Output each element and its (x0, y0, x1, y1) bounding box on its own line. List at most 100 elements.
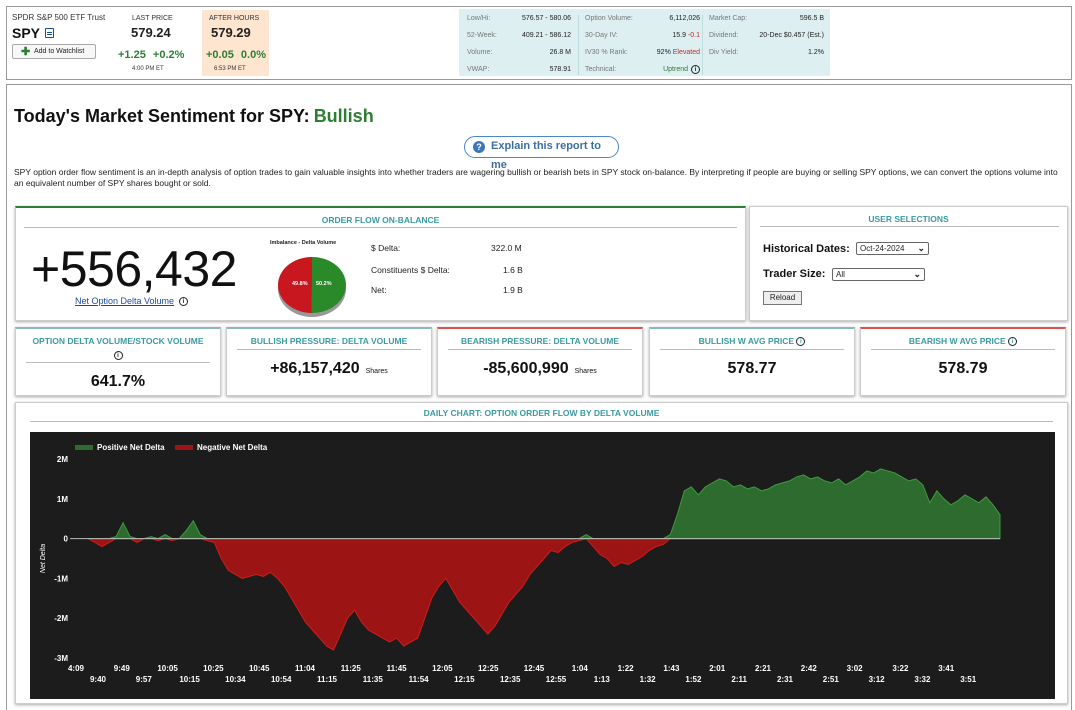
x-tick-label: 12:05 (432, 664, 453, 673)
stat-value: 26.8 M (549, 49, 571, 56)
stat-row: VWAP: 578.91 (467, 66, 571, 83)
x-tick-label: 11:35 (363, 675, 384, 684)
symbol-ticker[interactable]: SPY (12, 25, 40, 41)
daily-chart-card: DAILY CHART: OPTION ORDER FLOW BY DELTA … (15, 402, 1068, 704)
x-tick-label: 11:04 (295, 664, 316, 673)
stat-row: Market Cap: 596.5 B (709, 15, 824, 32)
y-axis-label: Net Delta (40, 544, 47, 573)
x-tick-label: 10:54 (271, 675, 292, 684)
page-title-text: Today's Market Sentiment for SPY: (14, 106, 310, 126)
stats-column-3: Market Cap: 596.5 B Dividend: 20-Dec $0.45… (702, 15, 824, 75)
iv-value: 15.9 (672, 32, 686, 39)
metric-card-bearish-pressure: BEARISH PRESSURE: DELTA VOLUME -85,600,9… (437, 327, 643, 396)
reload-button[interactable]: Reload (763, 291, 802, 305)
chart-title: DAILY CHART: OPTION ORDER FLOW BY DELTA … (423, 408, 660, 418)
net-option-delta-link[interactable]: Net Option Delta Volume (75, 296, 174, 306)
divider (24, 227, 737, 228)
legend-swatch-negative (175, 445, 193, 450)
metric-title-text: BEARISH W AVG PRICE (908, 336, 1006, 346)
x-tick-label: 9:49 (114, 664, 131, 673)
stat-row: Low/Hi: 576.57 - 580.06 (467, 15, 571, 32)
x-tick-label: 1:04 (572, 664, 589, 673)
divider (660, 349, 844, 350)
info-icon[interactable]: i (796, 337, 806, 347)
x-tick-label: 9:57 (136, 675, 153, 684)
x-tick-label: 10:15 (179, 675, 200, 684)
stat-value: 596.5 B (799, 15, 824, 22)
symbol-name: SPDR S&P 500 ETF Trust (12, 13, 106, 22)
info-icon[interactable]: i (113, 351, 123, 361)
metric-value: 641.7% (90, 373, 146, 390)
divider (448, 349, 632, 350)
stat-row: Option Volume: 6,112,026 (585, 15, 700, 32)
metric-value: 578.77 (727, 360, 777, 377)
stat-row: Dividend: 20-Dec $0.457 (Est.) (709, 32, 824, 49)
stat-label: Technical: (585, 66, 617, 73)
stats-column-2: Option Volume: 6,112,026 30-Day IV: 15.9 -… (578, 15, 700, 75)
metric-unit: Shares (365, 368, 388, 375)
delta-label: $ Delta: (371, 243, 401, 253)
trader-size-value: All (836, 270, 845, 279)
stat-label: IV30 % Rank: (585, 49, 628, 56)
sentiment-label: Bullish (313, 106, 374, 126)
y-tick-label: 2M (57, 455, 68, 464)
imbalance-pie-chart: 49.8% 50.2% (277, 257, 346, 317)
x-tick-label: 10:45 (249, 664, 270, 673)
stat-label: Market Cap: (709, 15, 748, 22)
stat-value: 409.21 - 586.12 (521, 32, 571, 39)
stat-label: Dividend: (709, 32, 739, 39)
metric-title: BEARISH PRESSURE: DELTA VOLUME (460, 336, 620, 346)
info-icon[interactable]: i (1008, 337, 1018, 347)
document-icon[interactable] (45, 28, 54, 38)
chevron-down-icon: ⌄ (913, 269, 921, 279)
user-selections-card: USER SELECTIONS Historical Dates: Oct-24… (749, 206, 1068, 321)
y-tick-label: -3M (54, 654, 68, 663)
x-tick-label: 10:25 (203, 664, 224, 673)
legend-label-negative: Negative Net Delta (197, 443, 268, 452)
trader-size-select[interactable]: All ⌄ (832, 268, 925, 281)
metric-title: BULLISH PRESSURE: DELTA VOLUME (250, 336, 408, 346)
stats-column-1: Low/Hi: 576.57 - 580.06 52-Week: 409.21 - … (467, 15, 571, 83)
x-tick-label: 11:45 (387, 664, 408, 673)
stat-row: 30-Day IV: 15.9 -0.1 (585, 32, 700, 49)
x-tick-label: 3:02 (847, 664, 864, 673)
legend-swatch-positive (75, 445, 93, 450)
metric-card-delta-stock-ratio: OPTION DELTA VOLUME/STOCK VOLUME i 641.7… (15, 327, 221, 396)
pie-label-green: 50.2% (316, 281, 332, 287)
x-tick-label: 10:05 (157, 664, 178, 673)
metric-number: -85,600,990 (483, 360, 569, 377)
stat-row: Div Yield: 1.2% (709, 49, 824, 66)
order-flow-header: ORDER FLOW ON-BALANCE (321, 215, 440, 225)
info-icon[interactable]: i (179, 297, 188, 306)
net-label: Net: (371, 285, 387, 295)
explain-report-button[interactable]: ? Explain this report to me (464, 136, 619, 171)
stat-label: 52-Week: (467, 32, 497, 39)
y-tick-label: 0 (64, 535, 69, 544)
x-tick-label: 3:41 (938, 664, 955, 673)
stat-row: Volume: 26.8 M (467, 49, 571, 66)
y-tick-label: -1M (54, 574, 68, 583)
pie-title: Imbalance - Delta Volume (270, 240, 337, 246)
add-to-watchlist-button[interactable]: ✚ Add to Watchlist (12, 44, 96, 59)
chevron-down-icon: ⌄ (917, 243, 925, 253)
x-tick-label: 10:34 (225, 675, 246, 684)
user-selections-header: USER SELECTIONS (868, 214, 949, 224)
after-hours-change-pct: 0.0% (240, 49, 266, 61)
stats-panel: Low/Hi: 576.57 - 580.06 52-Week: 409.21 - … (459, 9, 830, 76)
constituents-delta-label: Constituents $ Delta: (371, 265, 450, 275)
metric-value: 578.79 (938, 360, 988, 377)
x-tick-label: 1:32 (640, 675, 657, 684)
metric-card-bearish-avg-price: BEARISH W AVG PRICE i 578.79 (860, 327, 1066, 396)
info-icon[interactable]: i (691, 65, 700, 74)
net-delta-area-chart[interactable]: 2M 1M 0 -1M -2M -3M Net Delta 4:09 9:49 10:05 10:2… (30, 432, 1055, 699)
stat-value: 578.91 (549, 66, 571, 73)
x-tick-label: 3:32 (914, 675, 931, 684)
stat-label: Option Volume: (585, 15, 633, 22)
stat-value: Uptrend (663, 66, 688, 73)
technical-value: Uptrend (663, 66, 688, 73)
x-tick-label: 2:21 (755, 664, 772, 673)
historical-dates-select[interactable]: Oct-24-2024 ⌄ (856, 242, 929, 255)
last-price-value: 579.24 (131, 25, 171, 40)
stat-value: 92% Elevated (657, 49, 700, 56)
x-tick-label: 11:15 (317, 675, 338, 684)
